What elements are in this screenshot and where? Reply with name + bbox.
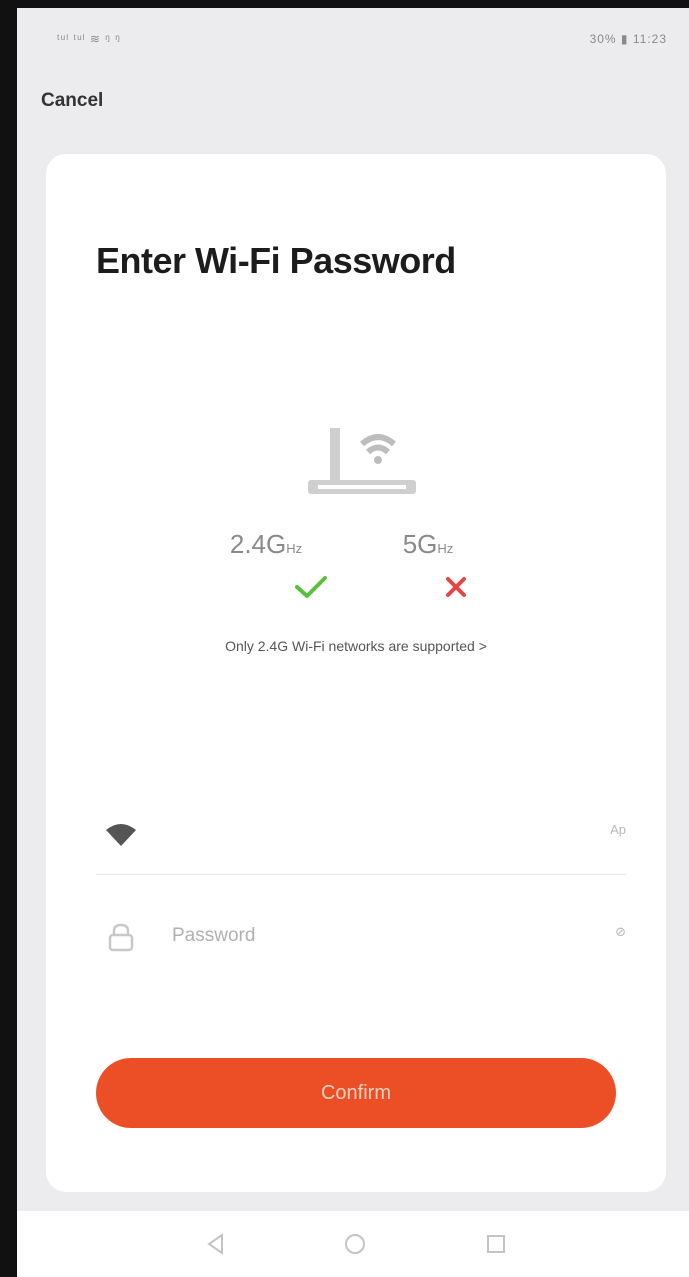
home-circle-icon[interactable]	[342, 1231, 368, 1257]
recents-square-icon[interactable]	[483, 1231, 509, 1257]
password-input[interactable]	[172, 916, 542, 956]
wifi-password-field: ⊘	[96, 896, 626, 976]
system-navigation-bar	[17, 1211, 689, 1277]
band-5ghz-label: 5GHz	[378, 529, 478, 560]
status-bar: ᵗᵘˡ ᵗᵘˡ ≋ ᵑ ᵑ 30% ▮ 11:23	[17, 8, 689, 68]
back-triangle-icon[interactable]	[203, 1231, 229, 1257]
switch-network-button[interactable]: Ap	[610, 822, 626, 837]
toggle-password-visibility-icon[interactable]: ⊘	[615, 924, 626, 940]
band-2-4ghz-label: 2.4GHz	[196, 529, 336, 560]
confirm-button[interactable]: Confirm	[96, 1058, 616, 1128]
lock-icon	[108, 923, 134, 952]
check-icon	[295, 576, 327, 598]
band-2-4ghz-unit: Hz	[286, 541, 303, 556]
app-screen: ᵗᵘˡ ᵗᵘˡ ≋ ᵑ ᵑ 30% ▮ 11:23 Cancel Enter W…	[17, 8, 689, 1211]
status-signal-text: ᵗᵘˡ ᵗᵘˡ ≋ ᵑ ᵑ	[57, 32, 121, 46]
router-wifi-icon	[308, 428, 416, 494]
wifi-icon	[106, 824, 136, 846]
status-battery-time: 30% ▮ 11:23	[589, 32, 667, 46]
wifi-ssid-input[interactable]	[172, 814, 542, 854]
cross-icon	[446, 577, 466, 597]
device-frame-top	[0, 0, 689, 8]
band-5ghz-value: 5G	[402, 529, 438, 559]
band-2-4ghz-value: 2.4G	[229, 529, 287, 559]
supported-networks-link[interactable]: Only 2.4G Wi-Fi networks are supported >	[46, 638, 666, 654]
page-title: Enter Wi-Fi Password	[96, 240, 456, 281]
device-frame-left	[0, 0, 17, 1277]
wifi-ssid-field: Ap	[96, 794, 626, 875]
cancel-button[interactable]: Cancel	[41, 90, 103, 112]
band-5ghz-unit: Hz	[437, 541, 454, 556]
wifi-password-card: Enter Wi-Fi Password 2.4GHz 5GHz Only 2.…	[46, 154, 666, 1192]
